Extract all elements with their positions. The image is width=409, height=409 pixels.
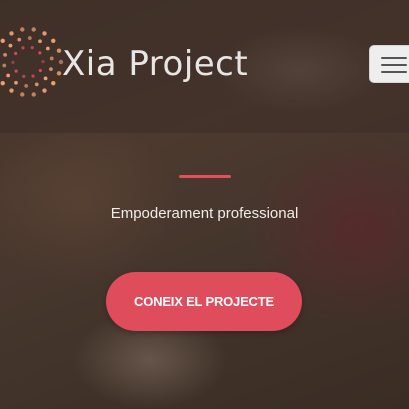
logo-dot	[3, 53, 7, 57]
logo-dot	[22, 74, 26, 78]
logo-dot	[56, 71, 62, 76]
logo-dot	[14, 69, 18, 73]
logo-dot	[30, 46, 34, 50]
logo-dot	[49, 56, 54, 61]
logo-dot	[27, 36, 32, 40]
logo-dot	[31, 27, 36, 32]
logo-dot	[34, 82, 39, 87]
logo-dot	[21, 46, 25, 50]
hamburger-menu-icon[interactable]	[369, 45, 409, 83]
logo-dot	[51, 38, 56, 43]
hero-tagline: Empoderament professional	[110, 205, 299, 222]
logo-dot	[31, 92, 36, 97]
logo-dot	[31, 74, 35, 78]
logo-dot	[14, 51, 18, 56]
logo-dot	[38, 39, 42, 44]
logo-dot	[9, 31, 14, 36]
logo-dot	[43, 76, 48, 81]
logo-dot	[42, 31, 47, 36]
brand-title[interactable]: Xia Project	[62, 44, 248, 84]
logo-dot	[14, 80, 18, 85]
logo-dot	[49, 67, 53, 71]
logo-dot	[0, 38, 5, 43]
logo-dot	[20, 92, 25, 97]
logo-dot	[38, 68, 42, 73]
logo-dot	[51, 81, 56, 86]
discover-project-button[interactable]: CONEIX EL PROJECTE	[106, 272, 302, 331]
hero-section: Xia Project Empoderament professional CO…	[0, 0, 409, 409]
logo-dot	[24, 84, 29, 88]
logo-dot	[11, 60, 15, 65]
logo-dot	[2, 63, 7, 68]
accent-divider	[179, 175, 231, 178]
logo-dot	[20, 27, 25, 32]
logo-dot	[38, 51, 42, 55]
logo-dot	[56, 48, 62, 53]
navbar: Xia Project	[0, 0, 409, 133]
logo-dot	[41, 59, 45, 64]
logo-dot	[9, 88, 14, 93]
logo-dot	[8, 43, 13, 48]
logo-dot	[6, 73, 11, 78]
logo-dot	[0, 81, 5, 86]
logo-dot	[45, 46, 50, 51]
logo-dot	[17, 37, 22, 42]
dotted-circle-logo-icon[interactable]	[0, 22, 68, 102]
logo-dot	[42, 88, 47, 93]
